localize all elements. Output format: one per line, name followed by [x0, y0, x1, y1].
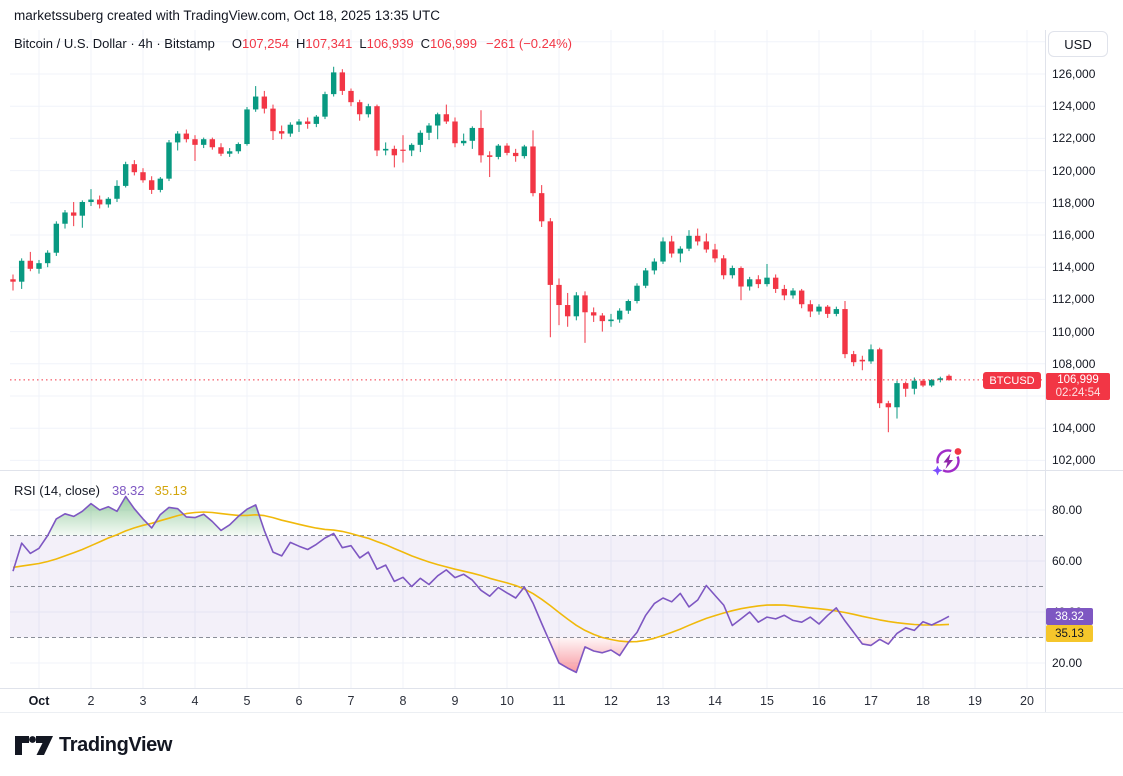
last-price-label: 106,999 02:24:54 [1046, 373, 1110, 400]
price-axis-label: 124,000 [1052, 99, 1095, 113]
symbol-price-tag: BTCUSD [983, 372, 1041, 389]
time-axis-label: 11 [553, 694, 566, 708]
time-axis-label: 8 [400, 694, 407, 708]
price-axis-label: 126,000 [1052, 67, 1095, 81]
time-axis-label: 18 [916, 694, 930, 708]
time-axis-label: 7 [348, 694, 355, 708]
rsi-title: RSI (14, close) [14, 483, 100, 498]
price-axis-label: 116,000 [1052, 228, 1095, 242]
candlesticks [10, 67, 951, 432]
lightning-bolt-icon [944, 454, 954, 470]
time-axis-separator [0, 688, 1123, 689]
time-axis-label: 20 [1020, 694, 1034, 708]
price-axis-label: 120,000 [1052, 164, 1095, 178]
price-axis-label: 102,000 [1052, 453, 1095, 467]
price-axis-label: 112,000 [1052, 292, 1095, 306]
time-axis-label: Oct [29, 694, 50, 708]
tradingview-logo-text: TradingView [59, 734, 172, 757]
rsi-axis-label: 80.00 [1052, 503, 1082, 517]
price-axis-label: 122,000 [1052, 131, 1095, 145]
price-axis-label: 118,000 [1052, 196, 1095, 210]
time-axis-label: 15 [760, 694, 774, 708]
symbol-title: Bitcoin / U.S. Dollar · 4h · Bitstamp [14, 36, 215, 51]
time-axis-label: 16 [812, 694, 826, 708]
rsi-legend: RSI (14, close) 38.32 35.13 [14, 483, 187, 498]
price-change: −261 (−0.24%) [486, 36, 572, 51]
chart-plot[interactable] [0, 0, 1123, 776]
price-axis-label: 108,000 [1052, 357, 1095, 371]
time-axis-label: 17 [864, 694, 878, 708]
tradingview-logo[interactable]: TradingView [12, 729, 172, 761]
time-axis-label: 12 [604, 694, 618, 708]
time-axis-label: 9 [452, 694, 459, 708]
time-axis-label: 6 [296, 694, 303, 708]
ohlc-open: O107,254 [232, 36, 289, 51]
ohlc-low: L106,939 [359, 36, 413, 51]
sparkle-icon [933, 466, 943, 476]
price-axis-label: 114,000 [1052, 260, 1095, 274]
bar-countdown: 02:24:54 [1056, 387, 1101, 400]
tradingview-logo-icon [12, 729, 56, 761]
rsi-value: 38.32 [112, 483, 145, 498]
ohlc-high: H107,341 [296, 36, 352, 51]
rsi-axis-label: 20.00 [1052, 656, 1082, 670]
time-axis-label: 14 [708, 694, 722, 708]
last-price-value: 106,999 [1057, 374, 1099, 387]
time-axis-label: 19 [968, 694, 982, 708]
rsi-axis-value-tag: 38.32 [1046, 608, 1093, 625]
symbol-legend: Bitcoin / U.S. Dollar · 4h · Bitstamp O1… [14, 36, 572, 51]
time-axis-label: 3 [140, 694, 147, 708]
price-axis-label: 110,000 [1052, 325, 1095, 339]
time-axis-label: 4 [192, 694, 199, 708]
rsi-axis-label: 60.00 [1052, 554, 1082, 568]
ai-spark-icon[interactable] [930, 443, 966, 479]
time-axis-label: 10 [500, 694, 514, 708]
notification-dot [955, 448, 962, 455]
time-axis-label: 13 [656, 694, 670, 708]
rsi-ma-value: 35.13 [155, 483, 188, 498]
chart-bottom-edge [0, 712, 1123, 713]
price-axis-label: 104,000 [1052, 421, 1095, 435]
currency-toggle-button[interactable]: USD [1048, 31, 1108, 57]
time-axis-label: 5 [244, 694, 251, 708]
rsi-ma-axis-value-tag: 35.13 [1046, 625, 1093, 642]
ohlc-close: C106,999 [421, 36, 477, 51]
time-axis-label: 2 [88, 694, 95, 708]
